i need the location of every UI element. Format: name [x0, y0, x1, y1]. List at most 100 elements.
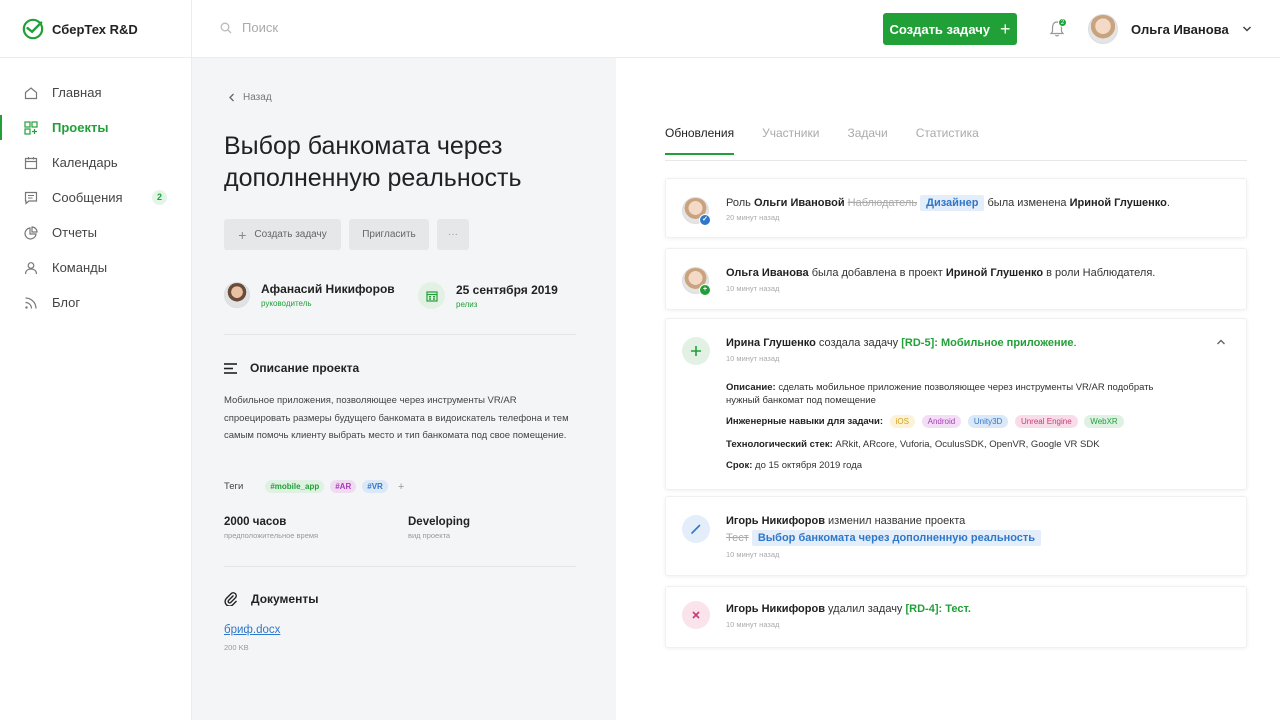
- rename-values: Тест Выбор банкомата через дополненную р…: [726, 530, 1042, 546]
- avatar: [224, 282, 250, 308]
- back-link[interactable]: Назад: [228, 92, 272, 103]
- hours-stat: 2000 часов предположительное время: [224, 516, 318, 540]
- user-name: Ольга Иванова: [1131, 21, 1229, 37]
- tag[interactable]: #mobile_app: [265, 480, 325, 493]
- user-link[interactable]: Игорь Никифоров: [726, 603, 825, 615]
- document-link[interactable]: бриф.docx: [224, 624, 280, 636]
- notification-badge: 2: [1058, 18, 1067, 27]
- more-button[interactable]: ···: [437, 219, 469, 250]
- sidebar-item-calendar[interactable]: Календарь: [0, 145, 191, 180]
- tab-members[interactable]: Участники: [762, 126, 819, 155]
- task-link[interactable]: [RD-5]: Мобильное приложение: [901, 337, 1073, 349]
- user-link[interactable]: Ириной Глушенко: [1070, 197, 1167, 209]
- sidebar-item-messages[interactable]: Сообщения 2: [0, 180, 191, 215]
- task-link[interactable]: [RD-4]: Тест.: [906, 603, 971, 615]
- reports-icon: [24, 225, 38, 240]
- user-link[interactable]: Ириной Глушенко: [946, 267, 1043, 279]
- project-create-task-button[interactable]: + Создать задачу: [224, 219, 341, 250]
- update-text-part: Роль: [726, 197, 754, 209]
- tab-updates[interactable]: Обновления: [665, 126, 735, 155]
- skill-tag: iOS: [889, 415, 915, 428]
- skill-tag: WebXR: [1084, 415, 1124, 428]
- back-label: Назад: [243, 92, 272, 103]
- sidebar-item-home[interactable]: Главная: [0, 75, 191, 110]
- hours-label: предположительное время: [224, 531, 319, 540]
- search[interactable]: [220, 20, 542, 35]
- user-link[interactable]: Ольга Иванова: [726, 267, 809, 279]
- user-link[interactable]: Ольги Ивановой: [754, 197, 845, 209]
- create-task-label: Создать задачу: [889, 21, 990, 37]
- sidebar-item-label: Отчеты: [52, 225, 97, 240]
- update-card: Игорь Никифоров удалил задачу [RD-4]: Те…: [665, 586, 1247, 648]
- chevron-left-icon: [229, 93, 234, 102]
- hours-value: 2000 часов: [224, 516, 287, 528]
- logo-text: СберТех R&D: [52, 21, 138, 37]
- sidebar-item-blog[interactable]: Блог: [0, 285, 191, 320]
- update-text-part: была добавлена в проект: [808, 267, 946, 279]
- type-stat: Developing вид проекта: [408, 516, 470, 540]
- create-task-button[interactable]: Создать задачу +: [883, 13, 1017, 45]
- avatar: +: [682, 267, 711, 296]
- sidebar-item-reports[interactable]: Отчеты: [0, 215, 191, 250]
- project-create-task-label: Создать задачу: [254, 229, 327, 240]
- user-link[interactable]: Ирина Глушенко: [726, 337, 816, 349]
- update-time: 10 минут назад: [726, 284, 780, 293]
- task-stack: Технологический стек: ARkit, ARcore, Vuf…: [726, 438, 1100, 451]
- plus-icon: +: [699, 284, 711, 296]
- tab-tasks[interactable]: Задачи: [847, 126, 887, 155]
- lead-role: руководитель: [261, 299, 312, 308]
- teams-icon: [24, 261, 38, 274]
- plus-icon: +: [1000, 19, 1011, 39]
- update-text-part: создала задачу: [815, 337, 902, 349]
- update-text: Игорь Никифоров удалил задачу [RD-4]: Те…: [726, 601, 971, 617]
- task-description-label: Описание:: [726, 382, 776, 393]
- sidebar-item-projects[interactable]: Проекты: [0, 110, 191, 145]
- divider: [224, 566, 576, 567]
- project-lead[interactable]: Афанасий Никифоров руководитель: [224, 282, 395, 308]
- task-description: Описание: сделать мобильное приложение п…: [726, 381, 1186, 407]
- skills-label: Инженерные навыки для задачи:: [726, 416, 883, 427]
- update-text-part: изменил название проекта: [824, 515, 966, 527]
- task-skills: Инженерные навыки для задачи: iOS Androi…: [726, 415, 1124, 428]
- invite-button[interactable]: Пригласить: [349, 219, 429, 250]
- user-link[interactable]: Игорь Никифоров: [726, 515, 825, 527]
- chevron-up-icon[interactable]: [1216, 337, 1226, 347]
- home-icon: [24, 86, 38, 99]
- logo[interactable]: СберТех R&D: [22, 18, 138, 40]
- text-lines-icon: [224, 362, 237, 374]
- tab-statistics[interactable]: Статистика: [916, 126, 979, 155]
- sidebar-item-teams[interactable]: Команды: [0, 250, 191, 285]
- sidebar-item-label: Проекты: [52, 120, 109, 135]
- update-text: Игорь Никифоров изменил название проекта: [726, 513, 965, 529]
- search-icon: [220, 22, 232, 33]
- update-text-part: .: [1073, 337, 1077, 349]
- divider: [191, 0, 192, 58]
- tags-label: Теги: [224, 481, 244, 492]
- tag[interactable]: #AR: [330, 480, 357, 493]
- paperclip-icon: [224, 592, 238, 606]
- user-menu[interactable]: Ольга Иванова: [1088, 14, 1252, 44]
- skill-tag: Unity3D: [967, 415, 1009, 428]
- close-icon: [682, 601, 710, 629]
- lead-name: Афанасий Никифоров: [261, 282, 395, 296]
- update-time: 10 минут назад: [726, 620, 780, 629]
- new-role-badge: Дизайнер: [920, 195, 985, 211]
- plus-icon: [682, 337, 710, 365]
- new-title-badge: Выбор банкомата через дополненную реальн…: [751, 530, 1042, 546]
- update-text-part: в роли Наблюдателя.: [1043, 267, 1156, 279]
- search-input[interactable]: [242, 20, 542, 35]
- plus-icon: +: [238, 226, 247, 243]
- more-icon: ···: [448, 229, 458, 240]
- release-date: 25 сентября 2019 релиз: [418, 282, 558, 309]
- sidebar-item-label: Главная: [52, 85, 102, 100]
- tags-row: Теги #mobile_app #AR #VR +: [224, 480, 404, 493]
- invite-label: Пригласить: [362, 229, 416, 240]
- tag[interactable]: #VR: [362, 480, 388, 493]
- old-title: Тест: [726, 532, 749, 544]
- sidebar-item-label: Блог: [52, 295, 81, 310]
- type-value: Developing: [408, 516, 470, 528]
- update-text-part: удалил задачу: [824, 603, 906, 615]
- add-tag-button[interactable]: +: [398, 481, 404, 493]
- tabs: Обновления Участники Задачи Статистика: [665, 126, 979, 155]
- type-label: вид проекта: [408, 531, 451, 540]
